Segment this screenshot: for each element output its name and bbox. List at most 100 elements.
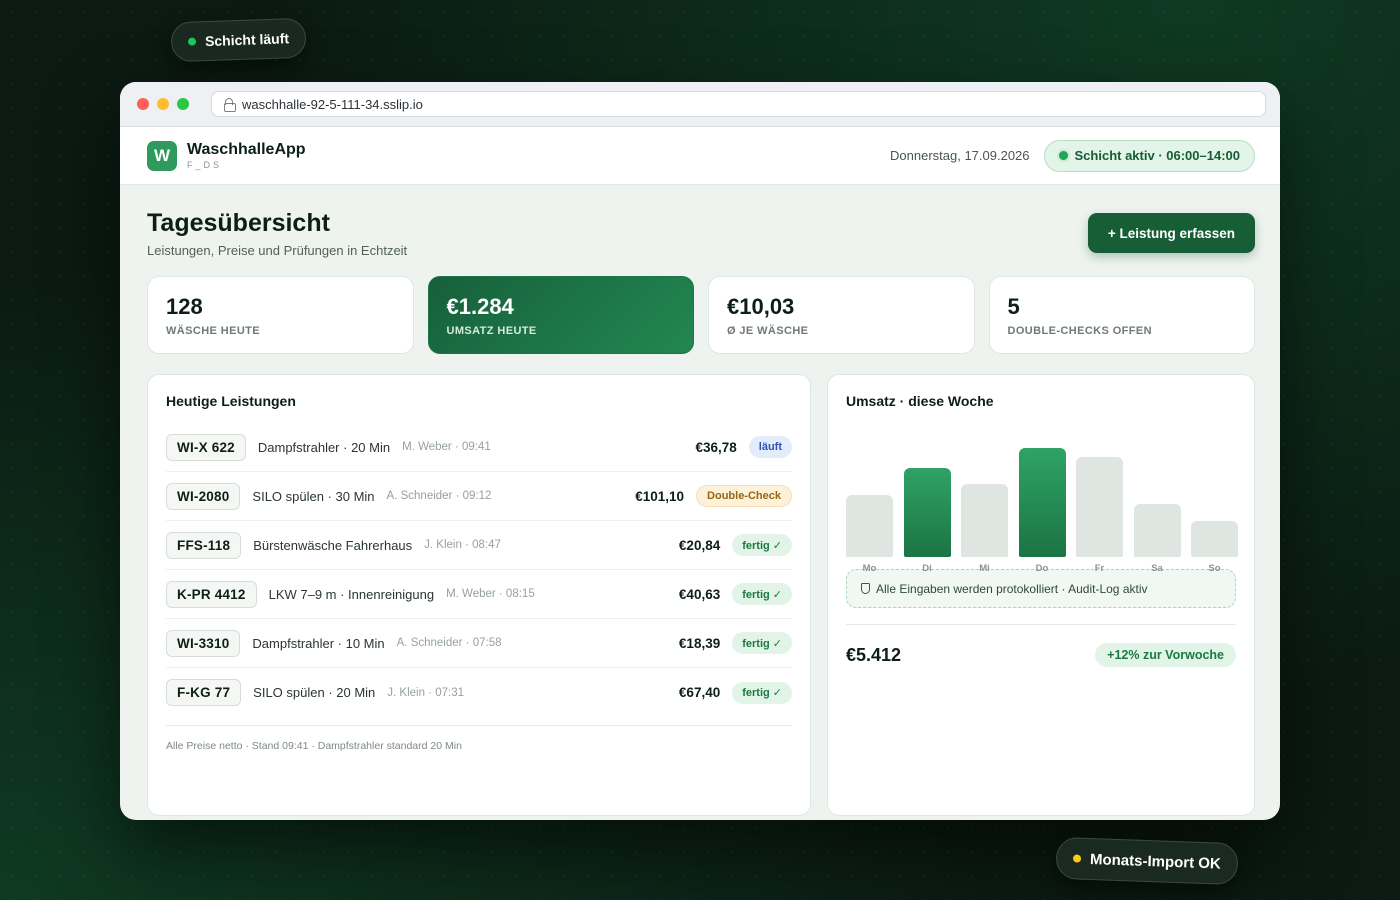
stat-label: WÄSCHE HEUTE: [166, 325, 261, 337]
shift-status-badge[interactable]: Schicht aktiv · 06:00–14:00: [1043, 139, 1255, 172]
status-badge[interactable]: fertig ✓: [732, 681, 792, 704]
shift-running-label: Schicht läuft: [204, 30, 290, 50]
page-subtitle: Leistungen, Preise und Prüfungen in Echt…: [147, 243, 408, 258]
stat-card-revenue: €1.284 UMSATZ HEUTE: [427, 276, 694, 354]
maximize-window-button[interactable]: [177, 98, 189, 110]
panels: Heutige Leistungen WI-X 622 Dampfstrahle…: [147, 374, 1255, 816]
chart-day-label: Di: [922, 563, 932, 574]
divider: [846, 624, 1236, 625]
status-dot-icon: [1072, 854, 1082, 863]
shift-running-pill: Schicht läuft: [170, 17, 307, 63]
license-plate: WI-3310: [166, 629, 241, 657]
browser-chrome: waschhalle-92-5-111-34.sslip.io: [120, 82, 1280, 127]
chart-bar-fr[interactable]: [1076, 457, 1123, 557]
service-price: €101,10: [635, 488, 685, 504]
service-row[interactable]: K-PR 4412 LKW 7–9 m · Innenreinigung M. …: [166, 570, 792, 619]
service-row[interactable]: WI-2080 SILO spülen · 30 Min A. Schneide…: [166, 472, 792, 521]
stats-row: 128 WÄSCHE HEUTE €1.284 UMSATZ HEUTE €10…: [147, 276, 1255, 354]
brand: WaschhalleApp F_DS: [187, 141, 306, 171]
service-meta: A. Schneider · 09:12: [386, 490, 492, 502]
weekly-revenue-chart: Mo Di Mi Do Fr Sa So: [846, 427, 1238, 574]
active-dot-icon: [1058, 151, 1068, 160]
page-title: Tagesübersicht: [147, 209, 330, 237]
header-right: Donnerstag, 17.09.2026 Schicht aktiv · 0…: [890, 139, 1255, 172]
status-dot-icon: [187, 37, 197, 46]
service-price: €18,39: [678, 635, 721, 651]
service-meta: M. Weber · 09:41: [402, 441, 491, 453]
chart-bar-do[interactable]: [1018, 448, 1066, 557]
add-service-button[interactable]: + Leistung erfassen: [1087, 213, 1255, 253]
chart-day-label: Mo: [862, 563, 877, 574]
chart-day-label: Fr: [1094, 563, 1105, 574]
license-plate: F-KG 77: [166, 679, 242, 706]
revenue-panel: Umsatz · diese Woche Mo Di Mi Do Fr Sa So Alle…: [827, 374, 1255, 816]
chart-day-label: Do: [1035, 563, 1049, 574]
service-description: Dampfstrahler · 20 Min: [257, 439, 391, 455]
license-plate: WI-2080: [166, 482, 241, 510]
chart-bar-mo[interactable]: [846, 495, 893, 557]
stat-value: 128: [166, 294, 203, 319]
stat-label: Ø JE WÄSCHE: [727, 325, 809, 337]
address-bar[interactable]: waschhalle-92-5-111-34.sslip.io: [211, 91, 1266, 117]
stat-value: 5: [1007, 294, 1020, 319]
chart-bar-so[interactable]: [1191, 521, 1238, 557]
service-description: SILO spülen · 30 Min: [252, 488, 375, 504]
app-header: W WaschhalleApp F_DS Donnerstag, 17.09.2…: [120, 127, 1280, 185]
service-meta: J. Klein · 07:31: [387, 686, 465, 699]
service-row[interactable]: WI-X 622 Dampfstrahler · 20 Min M. Weber…: [166, 423, 792, 472]
service-row[interactable]: WI-3310 Dampfstrahler · 10 Min A. Schnei…: [166, 619, 792, 668]
current-date: Donnerstag, 17.09.2026: [890, 148, 1030, 163]
title-bar: Tagesübersicht Leistungen, Preise und Pr…: [147, 209, 1255, 259]
services-list: WI-X 622 Dampfstrahler · 20 Min M. Weber…: [166, 423, 792, 717]
app-name: WaschhalleApp: [187, 140, 306, 158]
stat-label: DOUBLE-CHECKS OFFEN: [1007, 325, 1152, 337]
service-price: €36,78: [695, 439, 737, 455]
service-description: Dampfstrahler · 10 Min: [252, 635, 385, 651]
status-badge[interactable]: fertig ✓: [732, 534, 792, 556]
chart-day-label: Sa: [1151, 563, 1163, 574]
service-description: SILO spülen · 20 Min: [253, 685, 376, 700]
trend-badge: +12% zur Vorwoche: [1095, 643, 1236, 667]
price-footnote: Alle Preise netto · Stand 09:41 · Dampfs…: [166, 725, 792, 752]
monthly-import-pill: Monats-Import OK: [1055, 836, 1239, 886]
chart-bar-di[interactable]: [903, 468, 951, 557]
service-description: Bürstenwäsche Fahrerhaus: [253, 537, 413, 553]
minimize-window-button[interactable]: [157, 98, 169, 110]
service-row[interactable]: F-KG 77 SILO spülen · 20 Min J. Klein · …: [166, 668, 792, 717]
app-logo[interactable]: W: [147, 140, 177, 171]
browser-window: waschhalle-92-5-111-34.sslip.io W Waschh…: [120, 82, 1280, 820]
chart-bar-mi[interactable]: [961, 484, 1008, 557]
chart-day-label: Mi: [979, 563, 990, 574]
status-badge[interactable]: fertig ✓: [732, 583, 792, 605]
stat-card-washes: 128 WÄSCHE HEUTE: [147, 276, 414, 354]
close-window-button[interactable]: [137, 98, 149, 110]
shift-status-label: Schicht aktiv · 06:00–14:00: [1074, 148, 1240, 163]
audit-log-notice: Alle Eingaben werden protokolliert · Aud…: [846, 569, 1236, 608]
stat-value: €1.284: [446, 294, 514, 319]
shield-icon: [861, 583, 870, 594]
service-price: €20,84: [678, 537, 721, 553]
status-badge[interactable]: Double-Check: [696, 485, 792, 507]
chart-day-label: So: [1208, 563, 1221, 574]
license-plate: WI-X 622: [166, 433, 246, 461]
audit-log-text: Alle Eingaben werden protokolliert · Aud…: [876, 581, 1148, 596]
services-title: Heutige Leistungen: [166, 393, 296, 409]
service-meta: J. Klein · 08:47: [424, 539, 501, 551]
status-badge[interactable]: läuft: [748, 436, 792, 458]
monthly-import-label: Monats-Import OK: [1089, 850, 1222, 873]
stat-card-average: €10,03 Ø JE WÄSCHE: [708, 276, 975, 354]
license-plate: FFS-118: [166, 531, 242, 559]
lock-icon: [224, 98, 236, 112]
revenue-title: Umsatz · diese Woche: [846, 393, 994, 409]
chart-bar-sa[interactable]: [1133, 504, 1181, 557]
status-badge[interactable]: fertig ✓: [732, 632, 792, 654]
service-row[interactable]: FFS-118 Bürstenwäsche Fahrerhaus J. Klei…: [166, 521, 792, 570]
stat-card-double-checks: 5 DOUBLE-CHECKS OFFEN: [988, 276, 1255, 354]
app-subtitle: F_DS: [187, 159, 223, 170]
services-panel: Heutige Leistungen WI-X 622 Dampfstrahle…: [147, 374, 811, 816]
service-price: €67,40: [678, 685, 721, 700]
service-price: €40,63: [678, 586, 721, 602]
license-plate: K-PR 4412: [166, 580, 257, 608]
service-meta: A. Schneider · 07:58: [396, 637, 502, 649]
weekly-total: €5.412: [846, 644, 902, 665]
